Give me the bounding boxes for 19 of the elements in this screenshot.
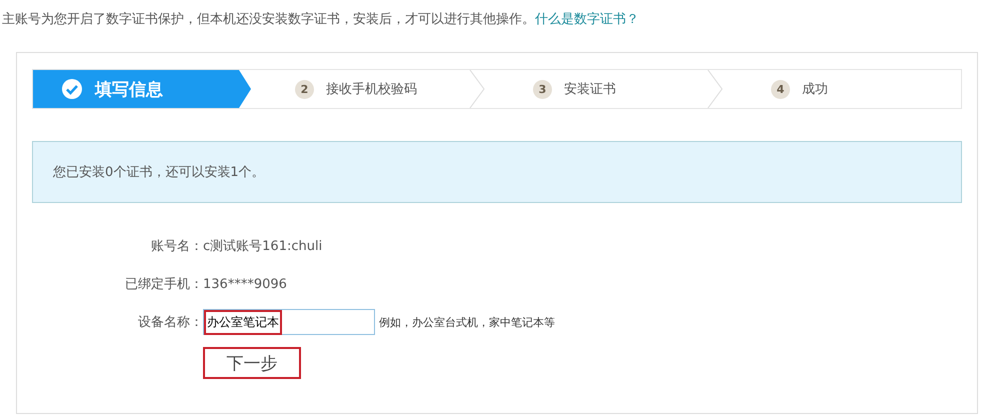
field-value: 136****9096 xyxy=(203,276,287,292)
notice-text: 主账号为您开启了数字证书保护，但本机还没安装数字证书，安装后，才可以进行其他操作。什么是数字证书？ xyxy=(1,11,640,29)
next-button[interactable]: 下一步 xyxy=(203,347,301,379)
check-icon xyxy=(61,78,83,100)
step-label: 接收手机校验码 xyxy=(326,81,417,98)
field-label: 设备名称： xyxy=(137,314,203,331)
help-link[interactable]: 什么是数字证书？ xyxy=(535,12,639,27)
step-label: 填写信息 xyxy=(95,78,163,100)
field-label: 已绑定手机： xyxy=(124,276,203,293)
hint-text: 例如，办公室台式机，家中笔记本等 xyxy=(379,314,555,330)
step-label: 安装证书 xyxy=(564,81,616,98)
step-number: 4 xyxy=(771,80,790,98)
step-number: 2 xyxy=(295,80,314,98)
device-name-field[interactable]: 办公室笔记本 xyxy=(203,309,375,335)
info-message: 您已安装0个证书，还可以安装1个。 xyxy=(32,141,962,203)
step-number: 3 xyxy=(533,80,552,98)
field-label: 账号名： xyxy=(150,238,203,255)
step-label: 成功 xyxy=(802,81,828,98)
field-value: c测试账号161:chuli xyxy=(203,238,322,255)
